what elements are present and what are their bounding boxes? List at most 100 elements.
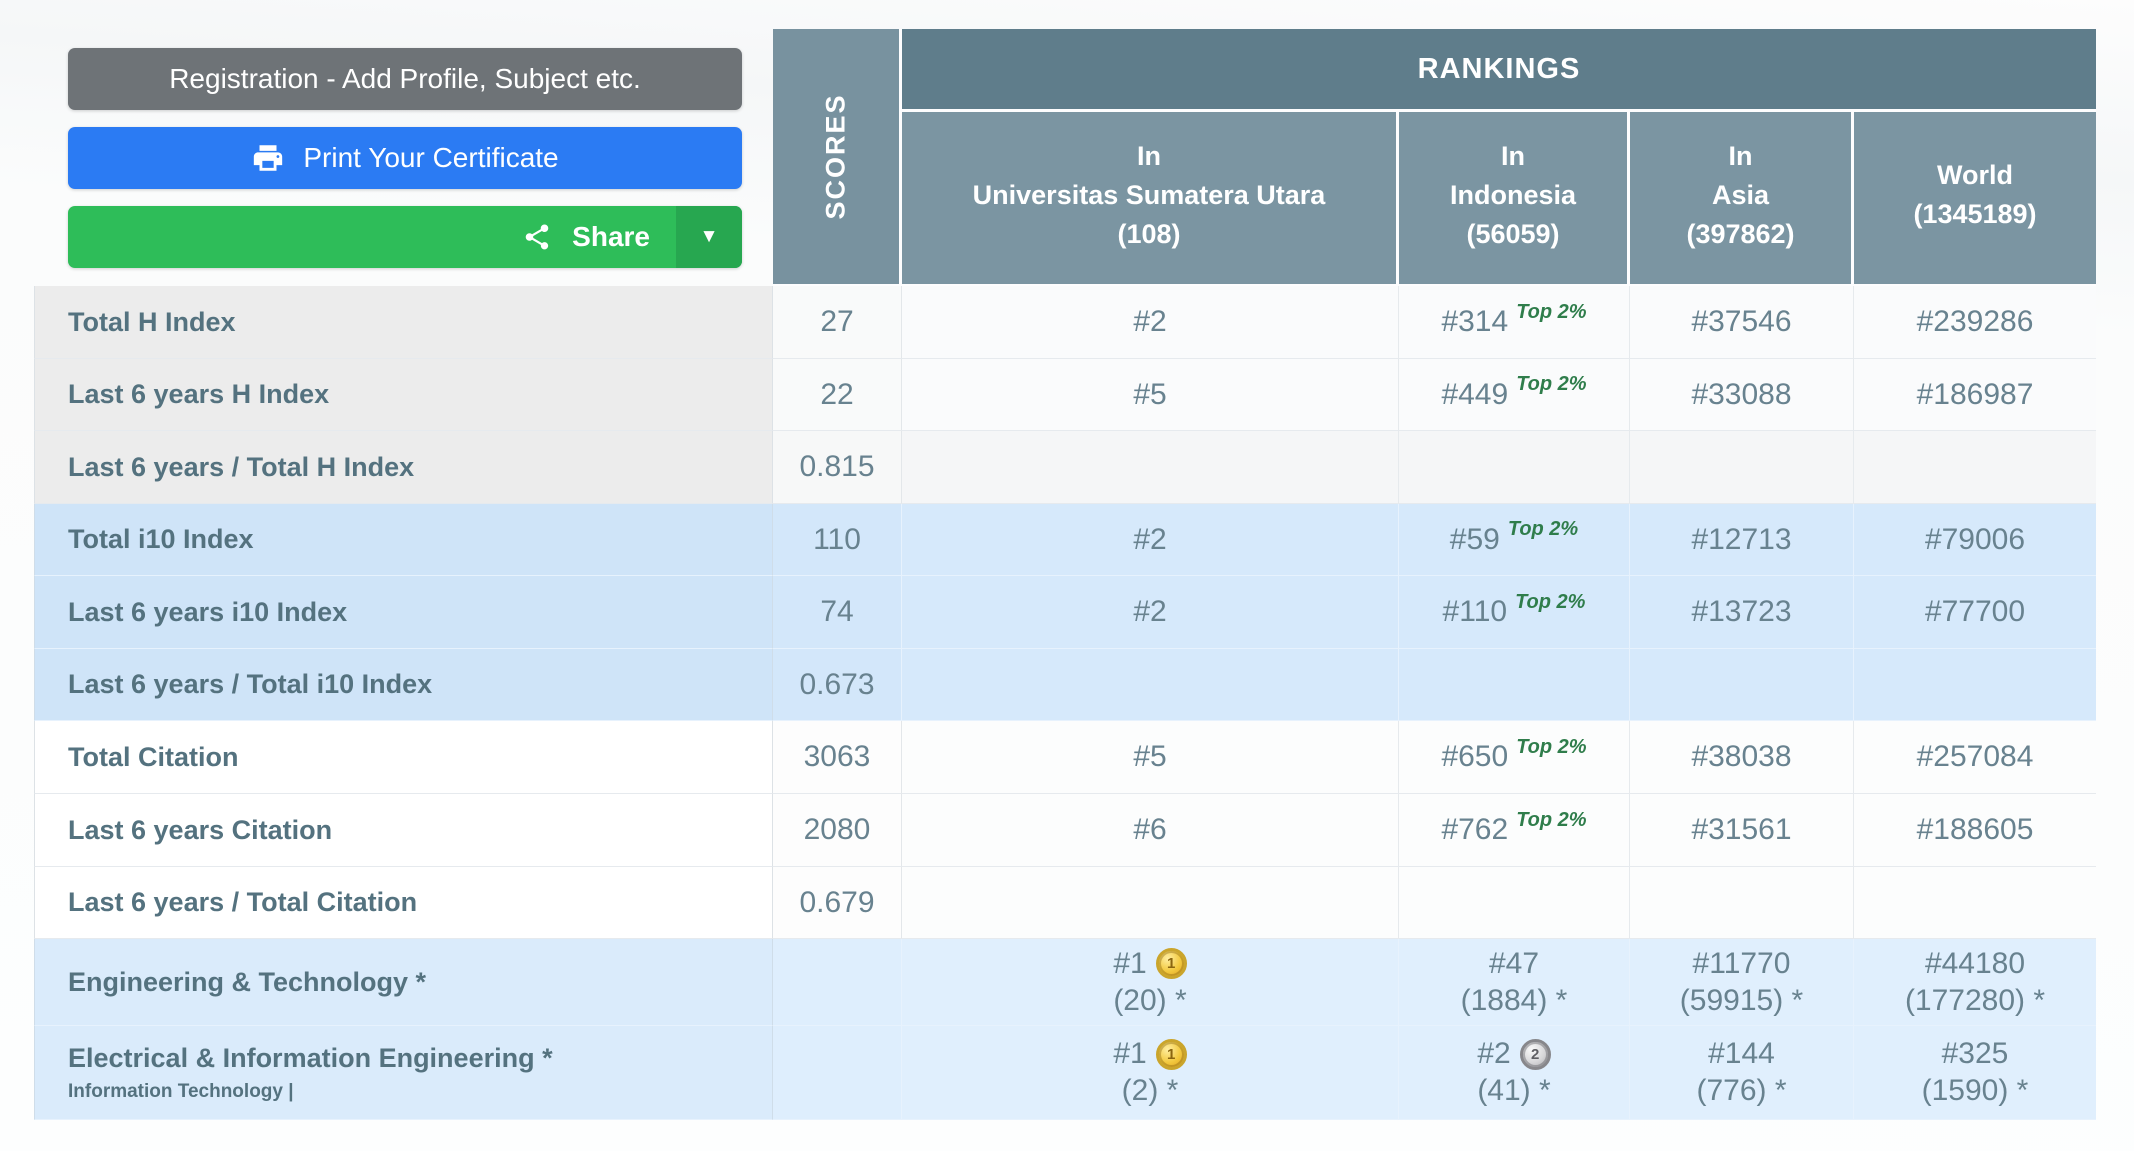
row-label-electrical-information-engineering: Electrical & Information Engineering * I… <box>34 1026 773 1120</box>
rank-value: #2 <box>1477 1037 1511 1070</box>
table-corner-spacer <box>34 29 773 286</box>
rank-cell: #257084 <box>1854 721 2096 794</box>
rank-value: #59 <box>1449 522 1500 556</box>
gold-medal-icon: 1 <box>1155 1038 1187 1070</box>
rank-value: #2 <box>1133 522 1167 556</box>
rank-cell: #144 (776) * <box>1630 1026 1854 1120</box>
rank-cell: #79006 <box>1854 504 2096 576</box>
rank-cell: #37546 <box>1630 286 1854 359</box>
column-header-line: (56059) <box>1466 218 1560 249</box>
row-label-ratio-h-index: Last 6 years / Total H Index <box>34 431 773 504</box>
rank-value: #31561 <box>1691 813 1792 846</box>
rank-cell: #11770 (59915) * <box>1630 939 1854 1026</box>
rank-value: #325 <box>1941 1037 2009 1070</box>
rank-value: #1 <box>1113 946 1147 980</box>
rank-subvalue: (20) * <box>1113 983 1187 1017</box>
rank-value: #37546 <box>1691 305 1792 338</box>
rank-subvalue: (1590) * <box>1921 1074 2029 1107</box>
rank-cell: #5 <box>902 359 1399 431</box>
row-label-engineering-technology: Engineering & Technology * <box>34 939 773 1026</box>
column-header-line: (1345189) <box>1913 199 2037 229</box>
rank-value: #314 <box>1441 305 1509 338</box>
rank-value: #2 <box>1133 595 1167 628</box>
score-cell: 0.673 <box>773 649 902 721</box>
column-header-line: (108) <box>1117 218 1181 249</box>
rank-value: #13723 <box>1691 595 1792 628</box>
top2-badge: Top 2% <box>1516 300 1587 323</box>
rank-value: #38038 <box>1691 740 1792 773</box>
top2-badge: Top 2% <box>1516 808 1587 831</box>
column-header-line: World <box>1937 160 2013 190</box>
rank-value: #650 <box>1441 740 1509 773</box>
row-label-last6-citation: Last 6 years Citation <box>34 794 773 867</box>
rank-value: #47 <box>1488 946 1540 980</box>
rank-cell <box>902 431 1399 504</box>
rank-cell: #13723 <box>1630 576 1854 649</box>
row-label-last6-i10-index: Last 6 years i10 Index <box>34 576 773 649</box>
score-cell: 27 <box>773 286 902 359</box>
rank-cell: #5 <box>902 721 1399 794</box>
column-header-line: (397862) <box>1686 218 1795 249</box>
scores-column-header: SCORES <box>773 29 902 286</box>
rank-value: #6 <box>1133 813 1167 846</box>
rank-cell: #239286 <box>1854 286 2096 359</box>
score-cell: 110 <box>773 504 902 576</box>
row-label-total-citation: Total Citation <box>34 721 773 794</box>
rankings-header: RANKINGS <box>902 29 2096 112</box>
rank-cell <box>902 867 1399 939</box>
rank-cell: #31561 <box>1630 794 1854 867</box>
rank-value: #5 <box>1133 740 1167 773</box>
rank-cell: #12713 <box>1630 504 1854 576</box>
rank-value: #449 <box>1441 377 1509 411</box>
row-label-total-i10-index: Total i10 Index <box>34 504 773 576</box>
rank-value: #11770 <box>1692 946 1791 980</box>
rank-cell <box>1630 431 1854 504</box>
score-cell: 0.679 <box>773 867 902 939</box>
score-cell: 22 <box>773 359 902 431</box>
score-cell: 2080 <box>773 794 902 867</box>
rank-cell: #110 Top 2% <box>1399 576 1630 649</box>
rank-subvalue: (776) * <box>1696 1074 1787 1107</box>
rank-cell: #1 1 (20) * <box>902 939 1399 1026</box>
rank-value: #33088 <box>1691 377 1792 411</box>
column-header-world: World (1345189) <box>1854 112 2096 286</box>
rank-cell: #2 2 (41) * <box>1399 1026 1630 1120</box>
rank-cell: #762 Top 2% <box>1399 794 1630 867</box>
rank-cell <box>1630 867 1854 939</box>
rank-cell: #186987 <box>1854 359 2096 431</box>
rank-cell: #44180 (177280) * <box>1854 939 2096 1026</box>
row-label-last6-h-index: Last 6 years H Index <box>34 359 773 431</box>
rank-subvalue: (177280) * <box>1904 983 2046 1017</box>
rank-value: #79006 <box>1924 522 2026 556</box>
rank-cell: #38038 <box>1630 721 1854 794</box>
score-cell: 0.815 <box>773 431 902 504</box>
rank-cell <box>1854 431 2096 504</box>
column-header-line: In <box>1728 140 1753 171</box>
row-label-ratio-i10-index: Last 6 years / Total i10 Index <box>34 649 773 721</box>
column-header-line: Asia <box>1711 179 1770 210</box>
column-header-indonesia: In Indonesia (56059) <box>1399 112 1630 286</box>
rank-cell <box>1854 649 2096 721</box>
rank-cell: #2 <box>902 286 1399 359</box>
rank-cell: #188605 <box>1854 794 2096 867</box>
gold-medal-icon: 1 <box>1155 948 1187 979</box>
rank-cell: #650 Top 2% <box>1399 721 1630 794</box>
rank-value: #44180 <box>1924 946 2026 980</box>
rankings-table: SCORES RANKINGS In Universitas Sumatera … <box>34 29 2096 1120</box>
top2-badge: Top 2% <box>1507 518 1579 540</box>
rank-cell: #449 Top 2% <box>1399 359 1630 431</box>
rank-subvalue: (41) * <box>1477 1074 1551 1107</box>
rank-value: #239286 <box>1916 305 2034 338</box>
top2-badge: Top 2% <box>1516 373 1587 395</box>
rank-cell <box>902 649 1399 721</box>
rank-value: #5 <box>1133 377 1167 411</box>
scores-header-label: SCORES <box>820 93 851 220</box>
score-cell <box>773 939 902 1026</box>
row-label-ratio-citation: Last 6 years / Total Citation <box>34 867 773 939</box>
rank-subvalue: (1884) * <box>1460 983 1568 1017</box>
column-header-university: In Universitas Sumatera Utara (108) <box>902 112 1399 286</box>
top2-badge: Top 2% <box>1515 590 1586 613</box>
rank-value: #188605 <box>1916 813 2034 846</box>
rank-cell: #77700 <box>1854 576 2096 649</box>
rank-subvalue: (2) * <box>1121 1074 1179 1107</box>
